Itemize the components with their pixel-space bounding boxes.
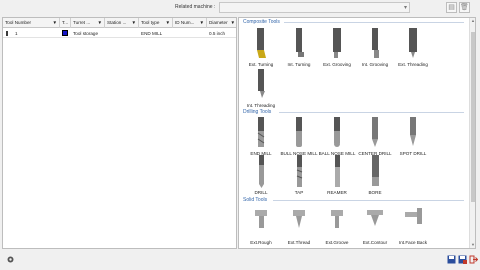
cell-tool-number: 1 bbox=[15, 31, 18, 36]
delete-button[interactable]: 🗑 bbox=[459, 2, 470, 13]
chevron-down-icon: ▾ bbox=[403, 5, 407, 11]
column-header-turret[interactable]: Turret ... ▼ bbox=[71, 18, 105, 28]
cell-diameter: 0.5 inch bbox=[209, 31, 226, 36]
tool-int-face-back[interactable]: Int.Face Back bbox=[391, 204, 435, 248]
section-divider bbox=[284, 22, 464, 23]
scroll-down-icon[interactable]: ▼ bbox=[470, 242, 475, 248]
int-threading-icon bbox=[239, 67, 283, 103]
ext-threading-icon bbox=[391, 26, 435, 62]
spot-drill-icon bbox=[391, 115, 435, 151]
bottom-bar bbox=[0, 250, 480, 270]
column-header-tool-number[interactable]: Tool Number ▼ bbox=[3, 18, 60, 28]
column-header-id-number[interactable]: ID Num... ▼ bbox=[173, 18, 207, 28]
scroll-up-icon[interactable]: ▲ bbox=[470, 18, 475, 24]
related-machine-dropdown[interactable]: ▾ bbox=[219, 2, 410, 13]
tool-bore[interactable]: BORE bbox=[353, 154, 397, 204]
tool-table: Tool Number ▼ T... Turret ... ▼ Station ..… bbox=[2, 17, 237, 249]
related-machine-label: Related machine : bbox=[175, 4, 216, 10]
filter-icon: ▼ bbox=[131, 20, 136, 25]
exit-icon bbox=[469, 255, 479, 264]
filter-icon: ▼ bbox=[165, 20, 170, 25]
panel-scrollbar[interactable]: ▲ ▼ bbox=[469, 18, 475, 248]
trash-icon: 🗑 bbox=[460, 4, 469, 11]
tool-spot-drill[interactable]: SPOT DRILL bbox=[391, 115, 435, 165]
save-icon bbox=[447, 255, 456, 264]
bore-icon bbox=[353, 154, 397, 190]
int-face-back-icon bbox=[391, 204, 435, 240]
cell-tool-type: END MILL bbox=[141, 31, 163, 36]
row-indicator-icon bbox=[6, 31, 8, 36]
section-title-composite: Composite Tools bbox=[243, 19, 280, 25]
column-header-diameter[interactable]: Diameter ▼ bbox=[207, 18, 236, 28]
section-divider bbox=[273, 200, 464, 201]
grid-icon: ▤ bbox=[448, 4, 455, 11]
filter-icon: ▼ bbox=[52, 20, 57, 25]
tool-ext-threading[interactable]: Ext. Threading bbox=[391, 26, 435, 76]
section-divider bbox=[279, 112, 464, 113]
section-title-solid: Solid Tools bbox=[243, 197, 268, 203]
save-as-button[interactable] bbox=[458, 255, 467, 264]
filter-icon: ▼ bbox=[199, 20, 204, 25]
column-header-color[interactable]: T... bbox=[60, 18, 71, 28]
tool-color-swatch[interactable] bbox=[62, 30, 68, 36]
exit-button[interactable] bbox=[469, 255, 479, 264]
grid-view-button[interactable]: ▤ bbox=[446, 2, 457, 13]
tool-settings-icon bbox=[7, 256, 14, 263]
table-header: Tool Number ▼ T... Turret ... ▼ Station ..… bbox=[3, 18, 236, 28]
save-button[interactable] bbox=[447, 255, 456, 264]
save-as-icon bbox=[458, 255, 467, 264]
scroll-thumb[interactable] bbox=[471, 32, 475, 202]
table-row[interactable]: 1 Tool storage END MILL 0.5 inch bbox=[3, 29, 236, 38]
cell-station bbox=[105, 29, 139, 38]
cell-id-number bbox=[173, 29, 207, 38]
top-bar: Related machine : ▾ ▤ 🗑 bbox=[0, 0, 480, 16]
filter-icon: ▼ bbox=[97, 20, 102, 25]
filter-icon: ▼ bbox=[230, 20, 235, 25]
column-header-tool-type[interactable]: Tool type ▼ bbox=[139, 18, 173, 28]
column-header-station[interactable]: Station ... ▼ bbox=[105, 18, 139, 28]
tool-library-panel: Composite Tools Ext. Turning Int. Turnin… bbox=[238, 17, 476, 249]
cell-turret: Tool storage bbox=[73, 31, 99, 36]
settings-button[interactable] bbox=[6, 255, 15, 264]
